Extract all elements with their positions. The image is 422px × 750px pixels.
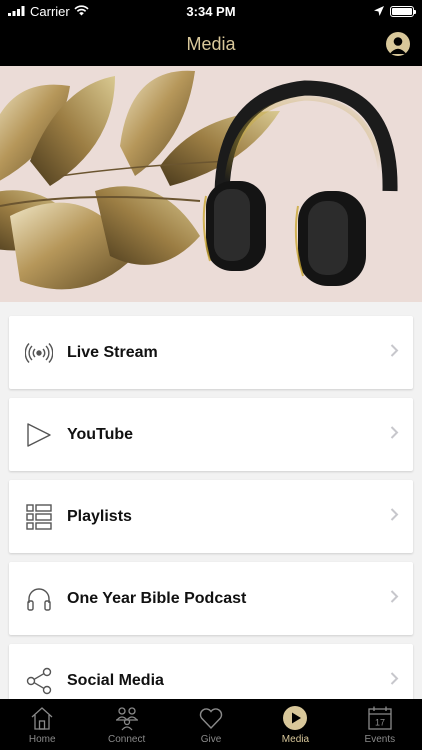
tab-label: Give <box>200 734 222 745</box>
menu-item-label: Live Stream <box>67 343 158 361</box>
list-icon <box>25 503 53 531</box>
play-outline-icon <box>25 421 53 449</box>
page-title: Media <box>186 33 236 54</box>
calendar-date: 17 <box>375 718 385 728</box>
tab-label: Media <box>281 734 310 745</box>
menu-item-label: Social Media <box>67 671 164 689</box>
heart-icon <box>198 705 224 731</box>
signal-icon <box>8 4 26 19</box>
location-icon <box>374 4 384 19</box>
headphones-icon <box>25 585 53 613</box>
chevron-right-icon <box>390 589 399 608</box>
people-icon <box>114 705 140 731</box>
menu-item-playlists[interactable]: Playlists <box>9 480 413 553</box>
calendar-icon: 17 <box>367 705 393 731</box>
tab-connect[interactable]: Connect <box>84 699 168 750</box>
hero-illustration <box>0 66 422 302</box>
tab-label: Home <box>28 734 56 745</box>
tab-give[interactable]: Give <box>169 699 253 750</box>
hero-image <box>0 66 422 302</box>
wifi-icon <box>74 4 89 19</box>
battery-fill <box>392 7 412 15</box>
tab-label: Events <box>364 734 396 745</box>
media-menu: Live Stream YouTube Playlists One Year B… <box>9 316 413 726</box>
menu-item-youtube[interactable]: YouTube <box>9 398 413 471</box>
menu-item-label: Playlists <box>67 507 132 525</box>
person-circle-icon <box>389 37 407 54</box>
share-icon <box>25 667 53 695</box>
battery-icon <box>390 5 416 17</box>
play-circle-icon <box>282 705 308 731</box>
nav-bar: Media <box>0 22 422 66</box>
tab-bar: Home Connect Give Media 17 Events <box>0 699 422 750</box>
menu-item-label: YouTube <box>67 425 134 443</box>
home-icon <box>29 705 55 731</box>
tab-media[interactable]: Media <box>253 699 337 750</box>
menu-item-live-stream[interactable]: Live Stream <box>9 316 413 389</box>
chevron-right-icon <box>390 507 399 526</box>
tab-label: Connect <box>107 734 146 745</box>
chevron-right-icon <box>390 671 399 690</box>
menu-item-podcast[interactable]: One Year Bible Podcast <box>9 562 413 635</box>
menu-item-label: One Year Bible Podcast <box>67 589 247 607</box>
broadcast-icon <box>25 339 53 367</box>
chevron-right-icon <box>390 343 399 362</box>
status-bar: Carrier 3:34 PM <box>0 0 422 22</box>
profile-button[interactable] <box>386 32 410 56</box>
tab-home[interactable]: Home <box>0 699 84 750</box>
carrier-label: Carrier <box>30 3 70 19</box>
chevron-right-icon <box>390 425 399 444</box>
tab-events[interactable]: 17 Events <box>338 699 422 750</box>
